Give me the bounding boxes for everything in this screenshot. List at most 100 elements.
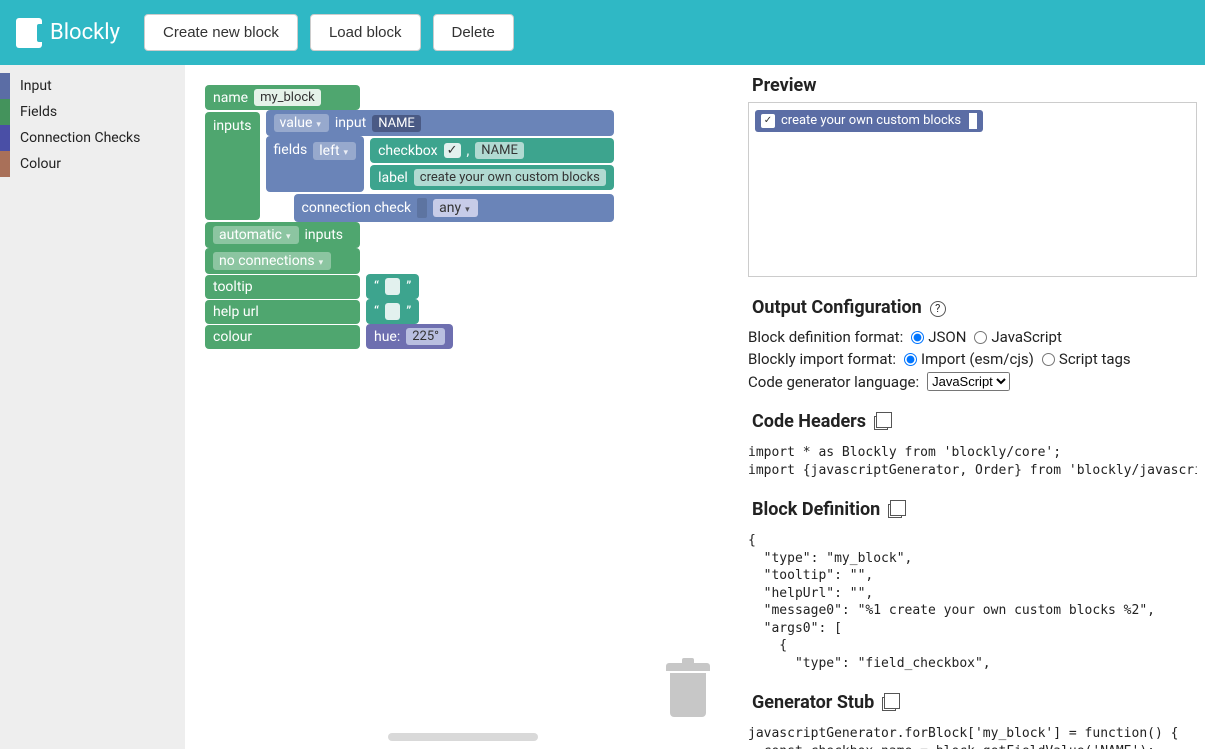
copy-icon[interactable]	[882, 697, 896, 711]
label-text-field[interactable]: create your own custom blocks	[414, 169, 606, 186]
app-header: Blockly Create new block Load block Dele…	[0, 0, 1205, 65]
tooltip-text-block[interactable]: “ ”	[366, 274, 419, 299]
quote-open-icon: “	[374, 304, 379, 320]
preview-block[interactable]: ✓ create your own custom blocks	[755, 110, 983, 132]
hue-value-field[interactable]: 225°	[406, 328, 445, 345]
connections-row[interactable]: no connections	[205, 248, 360, 274]
inline-dropdown[interactable]: automatic	[213, 226, 299, 244]
horizontal-scrollbar[interactable]	[388, 733, 538, 741]
category-color-bar	[0, 73, 10, 99]
helpurl-label: help url	[213, 304, 259, 320]
quote-open-icon: “	[374, 279, 379, 295]
gen-stub-title: Generator Stub	[752, 692, 874, 713]
logo: Blockly	[16, 18, 120, 48]
radio-js[interactable]	[974, 331, 987, 344]
inputs-label-block[interactable]: inputs	[205, 112, 260, 220]
name-label: name	[213, 90, 248, 106]
logo-text: Blockly	[50, 20, 120, 45]
connection-check-dropdown[interactable]: any	[433, 199, 478, 217]
block-name-row[interactable]: name my_block	[205, 85, 360, 110]
helpurl-text-field[interactable]	[385, 303, 400, 320]
def-format-js-option[interactable]: JavaScript	[974, 328, 1061, 346]
quote-close-icon: ”	[406, 304, 411, 320]
value-notch-icon	[969, 113, 977, 129]
sidebar-item-input[interactable]: Input	[0, 73, 185, 99]
colour-label-block[interactable]: colour	[205, 325, 360, 349]
sidebar-item-fields[interactable]: Fields	[0, 99, 185, 125]
inline-inputs-row[interactable]: automatic inputs	[205, 222, 360, 248]
quote-close-icon: ”	[406, 279, 411, 295]
inputs-label: inputs	[213, 118, 252, 134]
create-new-block-button[interactable]: Create new block	[144, 14, 298, 51]
delete-button[interactable]: Delete	[433, 14, 514, 51]
factory-block[interactable]: name my_block inputs value input NAME	[205, 85, 614, 349]
import-format-row: Blockly import format: Import (esm/cjs) …	[748, 350, 1197, 368]
gen-lang-row: Code generator language: JavaScript	[748, 372, 1197, 391]
field-name[interactable]: NAME	[475, 142, 524, 159]
gen-lang-label: Code generator language:	[748, 373, 919, 391]
import-script-option[interactable]: Script tags	[1042, 350, 1131, 368]
copy-icon[interactable]	[874, 416, 888, 430]
fields-label-block[interactable]: fields left	[266, 136, 365, 192]
block-def-title-row: Block Definition	[748, 495, 1197, 526]
helpurl-label-block[interactable]: help url	[205, 300, 360, 324]
output-config-title: Output Configuration	[752, 297, 922, 318]
hue-block[interactable]: hue: 225°	[366, 324, 453, 349]
preview-title: Preview	[752, 75, 1197, 96]
input-name-field[interactable]: NAME	[372, 115, 421, 132]
checkbox-field-block[interactable]: checkbox ✓ , NAME	[370, 138, 614, 163]
import-esm-option[interactable]: Import (esm/cjs)	[904, 350, 1034, 368]
fields-align-dropdown[interactable]: left	[313, 142, 356, 160]
radio-json[interactable]	[911, 331, 924, 344]
load-block-button[interactable]: Load block	[310, 14, 421, 51]
category-sidebar: Input Fields Connection Checks Colour	[0, 65, 185, 749]
sidebar-item-label: Connection Checks	[20, 130, 140, 146]
label-field-block[interactable]: label create your own custom blocks	[370, 165, 614, 190]
input-type-dropdown[interactable]: value	[274, 114, 329, 132]
checkbox-label: checkbox	[378, 143, 438, 159]
radio-import[interactable]	[904, 353, 917, 366]
connection-check-row[interactable]: connection check any	[294, 194, 614, 222]
category-color-bar	[0, 99, 10, 125]
def-format-json-option[interactable]: JSON	[911, 328, 966, 346]
hue-label: hue:	[374, 329, 400, 345]
checkbox-state[interactable]: ✓	[444, 143, 461, 158]
category-color-bar	[0, 151, 10, 177]
fields-row: fields left checkbox ✓ , NAME label	[266, 136, 614, 192]
inputs-word: inputs	[305, 227, 344, 243]
preview-checkbox-icon[interactable]: ✓	[761, 114, 775, 128]
fields-nested: checkbox ✓ , NAME label create your own …	[370, 138, 614, 190]
block-def-code: { "type": "my_block", "tooltip": "", "he…	[748, 532, 1197, 672]
connection-stub	[417, 198, 427, 218]
def-format-row: Block definition format: JSON JavaScript	[748, 328, 1197, 346]
block-def-title: Block Definition	[752, 499, 880, 520]
blockly-workspace[interactable]: name my_block inputs value input NAME	[185, 65, 740, 749]
tooltip-label-block[interactable]: tooltip	[205, 275, 360, 299]
comma: ,	[467, 143, 470, 159]
helpurl-text-block[interactable]: “ ”	[366, 299, 419, 324]
connection-check-label: connection check	[302, 200, 412, 216]
input-label: input	[335, 115, 366, 131]
category-color-bar	[0, 125, 10, 151]
gen-lang-select[interactable]: JavaScript	[927, 372, 1010, 391]
right-panel: Preview ✓ create your own custom blocks …	[740, 65, 1205, 749]
tooltip-text-field[interactable]	[385, 278, 400, 295]
sidebar-item-label: Input	[20, 78, 52, 94]
sidebar-item-label: Fields	[20, 104, 57, 120]
inputs-row: inputs value input NAME fields left	[205, 110, 614, 222]
radio-script[interactable]	[1042, 353, 1055, 366]
sidebar-item-colour[interactable]: Colour	[0, 151, 185, 177]
colour-label: colour	[213, 329, 252, 345]
fields-label: fields	[274, 142, 308, 158]
copy-icon[interactable]	[888, 504, 902, 518]
label-label: label	[378, 170, 408, 186]
block-name-field[interactable]: my_block	[254, 89, 321, 106]
info-icon[interactable]: ?	[930, 301, 946, 317]
tooltip-row: tooltip “ ”	[205, 274, 614, 299]
connections-dropdown[interactable]: no connections	[213, 252, 331, 270]
trash-icon[interactable]	[666, 663, 710, 719]
tooltip-label: tooltip	[213, 279, 253, 295]
sidebar-item-connection-checks[interactable]: Connection Checks	[0, 125, 185, 151]
preview-text: create your own custom blocks	[781, 113, 961, 128]
value-input-block[interactable]: value input NAME	[266, 110, 614, 136]
